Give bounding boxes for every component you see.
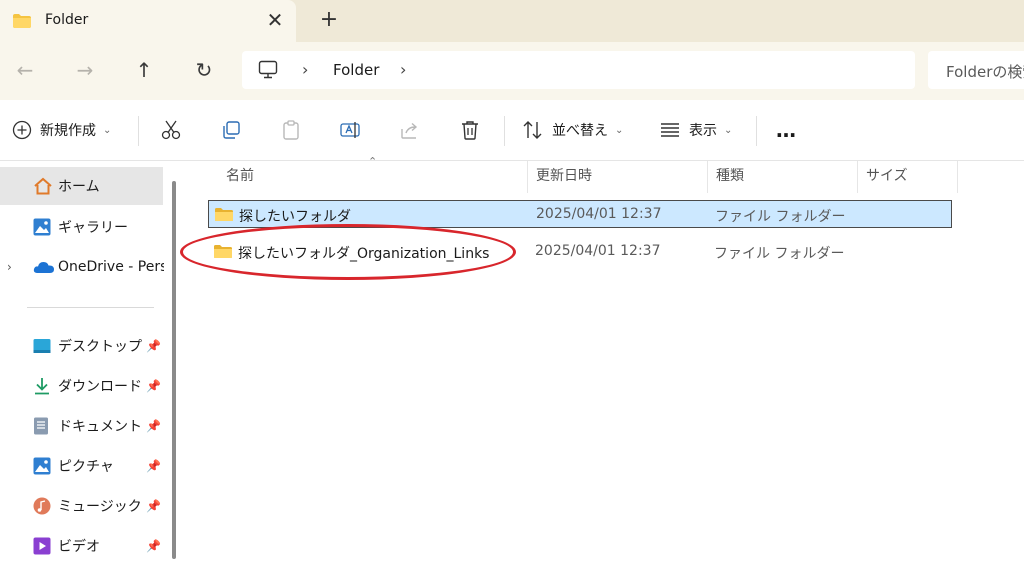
sidebar-item-home[interactable]: ホーム xyxy=(0,167,163,205)
sidebar-item-onedrive[interactable]: › OneDrive - Perso xyxy=(0,248,164,286)
home-icon xyxy=(33,177,53,195)
videos-icon xyxy=(33,537,51,555)
sidebar-item-label: ビデオ xyxy=(58,539,100,555)
forward-button[interactable]: → xyxy=(71,56,99,84)
toolbar-divider xyxy=(138,116,139,146)
back-button[interactable]: ← xyxy=(11,56,39,84)
sidebar-item-label: ドキュメント xyxy=(58,419,142,435)
sidebar-item-label: ミュージック xyxy=(58,499,142,515)
view-button[interactable]: 表示 ⌄ xyxy=(659,100,732,160)
copy-icon xyxy=(220,119,242,141)
clipboard-icon xyxy=(280,119,302,141)
sidebar-item-gallery[interactable]: ギャラリー xyxy=(0,208,163,246)
file-type: ファイル フォルダー xyxy=(714,246,845,262)
pin-icon[interactable]: 📌 xyxy=(146,419,161,433)
list-view-icon xyxy=(659,121,681,139)
refresh-button[interactable]: ↻ xyxy=(190,56,218,84)
file-name: 探したいフォルダ xyxy=(239,209,351,225)
toolbar-divider xyxy=(504,116,505,146)
sidebar-scrollbar[interactable] xyxy=(172,181,176,559)
sidebar-item-desktop[interactable]: デスクトップ 📌 xyxy=(0,327,163,365)
pin-icon[interactable]: 📌 xyxy=(146,339,161,353)
up-button[interactable]: ↑ xyxy=(130,56,158,84)
search-box[interactable]: Folderの検索 xyxy=(928,51,1024,89)
scissors-icon xyxy=(160,119,182,141)
pin-icon[interactable]: 📌 xyxy=(146,379,161,393)
sidebar-item-label: ホーム xyxy=(58,179,100,195)
music-icon xyxy=(33,497,51,515)
sidebar-item-videos[interactable]: ビデオ 📌 xyxy=(0,527,163,565)
search-input[interactable]: Folderの検索 xyxy=(946,61,1024,82)
sidebar-item-label: デスクトップ xyxy=(58,339,142,355)
this-pc-icon[interactable] xyxy=(258,60,278,79)
sort-button-label: 並べ替え xyxy=(552,123,608,139)
chevron-down-icon: ⌄ xyxy=(724,124,733,136)
sidebar-divider xyxy=(27,307,154,308)
sidebar-item-label: ピクチャ xyxy=(58,459,114,475)
file-date: 2025/04/01 12:37 xyxy=(536,206,662,222)
annotation-ellipse xyxy=(180,224,516,280)
sidebar-item-pictures[interactable]: ピクチャ 📌 xyxy=(0,447,163,485)
sidebar-item-downloads[interactable]: ダウンロード 📌 xyxy=(0,367,163,405)
delete-button[interactable] xyxy=(459,100,481,160)
new-button-label: 新規作成 xyxy=(40,123,96,139)
plus-circle-icon xyxy=(12,120,32,140)
breadcrumb-chevron[interactable]: › xyxy=(400,60,406,79)
onedrive-icon xyxy=(33,260,55,274)
pin-icon[interactable]: 📌 xyxy=(146,499,161,513)
sidebar-item-label: ダウンロード xyxy=(58,379,142,395)
sidebar-item-documents[interactable]: ドキュメント 📌 xyxy=(0,407,163,445)
column-header-type[interactable]: 種類 xyxy=(708,161,858,193)
view-button-label: 表示 xyxy=(689,123,717,139)
tab-title: Folder xyxy=(45,12,89,28)
share-icon xyxy=(399,119,421,141)
chevron-down-icon: ⌄ xyxy=(615,124,624,136)
paste-button[interactable] xyxy=(280,100,302,160)
new-tab-button[interactable]: + xyxy=(318,9,340,31)
column-header-date[interactable]: 更新日時 xyxy=(528,161,708,193)
download-icon xyxy=(33,377,51,395)
cut-button[interactable] xyxy=(160,100,182,160)
column-header-name[interactable]: 名前 xyxy=(218,161,528,193)
pin-icon[interactable]: 📌 xyxy=(146,459,161,473)
navigation-pane: ホーム ギャラリー › OneDrive - Perso デスクトップ xyxy=(0,161,182,559)
toolbar-divider xyxy=(756,116,757,146)
tab-folder[interactable]: Folder ✕ xyxy=(0,0,296,42)
expand-chevron-icon[interactable]: › xyxy=(7,260,12,274)
see-more-button[interactable]: … xyxy=(776,100,796,160)
address-bar[interactable]: › Folder › xyxy=(242,51,915,89)
file-date: 2025/04/01 12:37 xyxy=(535,243,661,259)
trash-icon xyxy=(459,119,481,141)
gallery-icon xyxy=(33,218,51,236)
sort-button[interactable]: 並べ替え ⌄ xyxy=(522,100,623,160)
tab-close-button[interactable]: ✕ xyxy=(264,9,286,31)
documents-icon xyxy=(33,417,49,435)
rename-icon xyxy=(339,119,361,141)
folder-icon xyxy=(12,13,32,29)
column-header-size[interactable]: サイズ xyxy=(858,161,958,193)
more-icon: … xyxy=(776,118,796,142)
folder-icon xyxy=(214,207,234,222)
breadcrumb-folder[interactable]: Folder xyxy=(333,61,379,79)
share-button[interactable] xyxy=(399,100,421,160)
command-bar: 新規作成 ⌄ 並べ替え ⌄ 表示 ⌄ … xyxy=(0,100,1024,161)
tab-bar: Folder ✕ + xyxy=(0,0,1024,42)
pictures-icon xyxy=(33,457,51,475)
breadcrumb-chevron[interactable]: › xyxy=(302,60,308,79)
chevron-down-icon: ⌄ xyxy=(103,124,112,136)
file-type: ファイル フォルダー xyxy=(715,209,846,225)
pin-icon[interactable]: 📌 xyxy=(146,539,161,553)
column-divider[interactable] xyxy=(957,161,958,193)
navigation-bar: ← → ↑ ↻ › Folder › Folderの検索 xyxy=(0,42,1024,100)
desktop-icon xyxy=(33,338,51,354)
file-list: ⌃ 名前 更新日時 種類 サイズ 探したいフォルダ 2025/04/01 12:… xyxy=(184,155,1024,559)
sidebar-item-label: OneDrive - Perso xyxy=(58,259,164,275)
sidebar-item-music[interactable]: ミュージック 📌 xyxy=(0,487,163,525)
sort-icon xyxy=(522,120,544,140)
copy-button[interactable] xyxy=(220,100,242,160)
rename-button[interactable] xyxy=(339,100,361,160)
sidebar-item-label: ギャラリー xyxy=(58,220,128,236)
new-button[interactable]: 新規作成 ⌄ xyxy=(12,100,111,160)
